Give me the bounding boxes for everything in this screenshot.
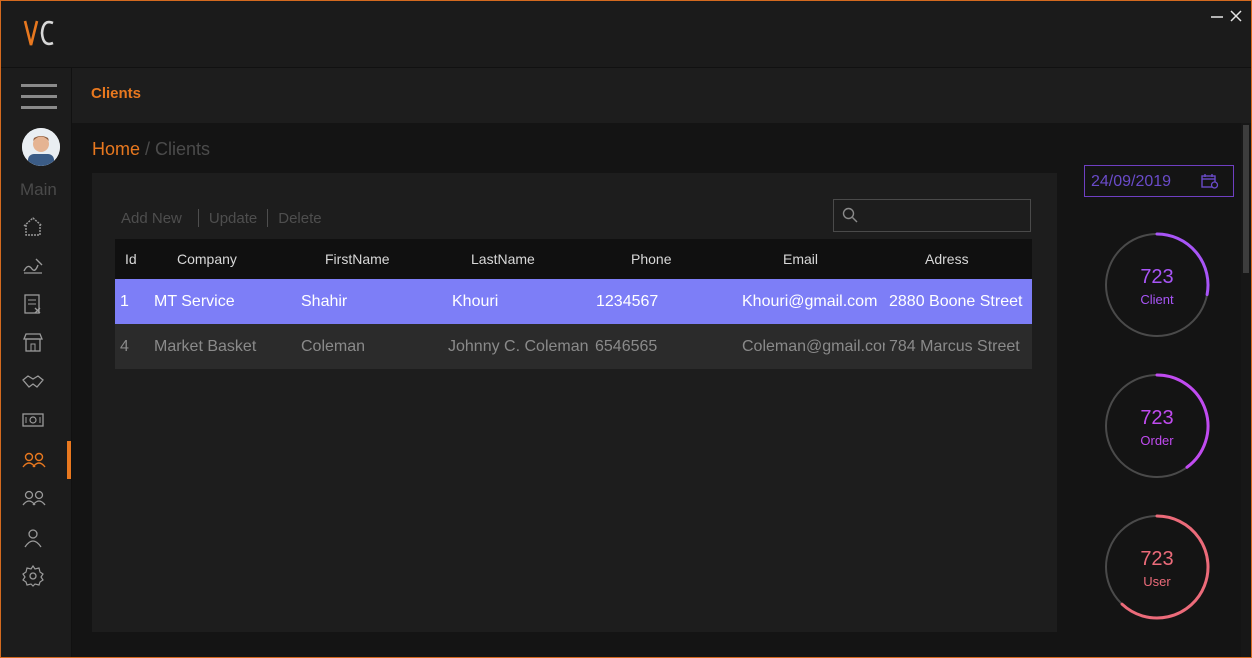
user-icon [24,529,42,548]
column-header-adress[interactable]: Adress [925,239,1005,279]
column-header-phone[interactable]: Phone [631,239,711,279]
sidebar-item-deals[interactable] [15,363,71,401]
calendar-icon[interactable] [1201,173,1219,189]
menu-icon[interactable] [21,84,57,110]
sidebar-item-payments[interactable] [15,401,71,439]
cell-phone: 1234567 [596,292,659,310]
users-group-icon [22,490,46,506]
date-picker[interactable]: 24/09/2019 [1084,165,1234,197]
breadcrumb: Home / Clients [92,139,210,160]
sign-icon [23,258,43,274]
column-header-lastname[interactable]: LastName [471,239,571,279]
clients-icon [22,452,46,468]
order-count: 723 [1140,407,1174,429]
toolbar: Add New Update Delete [121,208,322,228]
sidebar-item-settings[interactable] [15,557,71,595]
store-icon [23,333,43,352]
scrollbar-thumb[interactable] [1243,125,1249,273]
toolbar-divider [197,209,199,227]
gear-icon [22,565,44,587]
search-input[interactable] [833,199,1031,232]
cell-email: Coleman@gmail.com [742,337,885,355]
column-header-company[interactable]: Company [177,239,277,279]
cell-firstname: Shahir [301,292,348,310]
title-bar [1,1,1251,68]
user-count: 723 [1140,548,1174,570]
table-header: Id Company FirstName LastName Phone Emai… [115,239,1032,279]
sidebar-item-home[interactable] [15,207,71,245]
column-header-email[interactable]: Email [783,239,863,279]
cell-id: 1 [120,292,129,310]
toolbar-divider [267,209,269,227]
add-new-button[interactable]: Add New [121,210,182,227]
clients-table: Id Company FirstName LastName Phone Emai… [115,239,1032,369]
sidebar-section-label: Main [20,180,57,199]
home-icon [23,217,43,236]
cell-email: Khouri@gmail.com [742,292,878,310]
sidebar-item-invoice[interactable] [15,285,71,323]
client-stat-ring: 723 Client [1102,230,1212,340]
date-value: 24/09/2019 [1091,173,1172,190]
cell-adress: 2880 Boone Street [889,292,1023,310]
close-icon[interactable] [1229,9,1243,23]
invoice-icon [24,294,41,314]
money-icon [22,413,44,427]
client-label: Client [1140,292,1174,307]
sidebar-item-clients[interactable] [15,441,71,479]
cell-company: MT Service [154,292,235,310]
cell-firstname: Coleman [301,337,366,355]
breadcrumb-home[interactable]: Home [92,139,140,159]
cell-company: Market Basket [154,337,257,355]
cell-lastname: Khouri [452,292,499,310]
breadcrumb-current: Clients [155,139,211,159]
column-header-firstname[interactable]: FirstName [325,239,425,279]
app-window: Main Clients Home / Clients Add New Upda… [0,0,1252,658]
sidebar-item-sign[interactable] [15,245,71,283]
client-count: 723 [1140,266,1174,288]
table-row[interactable]: 4 Market Basket Coleman Johnny C. Colema… [115,324,1032,369]
cell-id: 4 [120,337,129,355]
handshake-icon [22,375,44,388]
sidebar-item-user[interactable] [15,519,71,557]
cell-phone: 6546565 [595,337,658,355]
avatar[interactable] [22,128,60,166]
table-row[interactable]: 1 MT Service Shahir Khouri 1234567 Khour… [115,279,1032,324]
cell-lastname: Johnny C. Coleman [448,337,589,355]
user-stat-ring: 723 User [1102,512,1212,622]
page-title: Clients [91,85,142,102]
update-button[interactable]: Update [209,210,257,227]
user-label: User [1143,574,1171,589]
breadcrumb-separator: / [140,139,156,159]
cell-adress: 784 Marcus Street [889,337,1020,355]
column-header-id[interactable]: Id [125,239,155,279]
sidebar-item-groups[interactable] [15,479,71,517]
order-label: Order [1140,433,1174,448]
minimize-icon[interactable] [1210,9,1224,23]
order-stat-ring: 723 Order [1102,371,1212,481]
delete-button[interactable]: Delete [278,210,321,227]
search-icon [842,207,858,223]
page-header: Clients [72,68,1251,123]
sidebar-item-store[interactable] [15,323,71,361]
logo-icon [23,20,54,46]
